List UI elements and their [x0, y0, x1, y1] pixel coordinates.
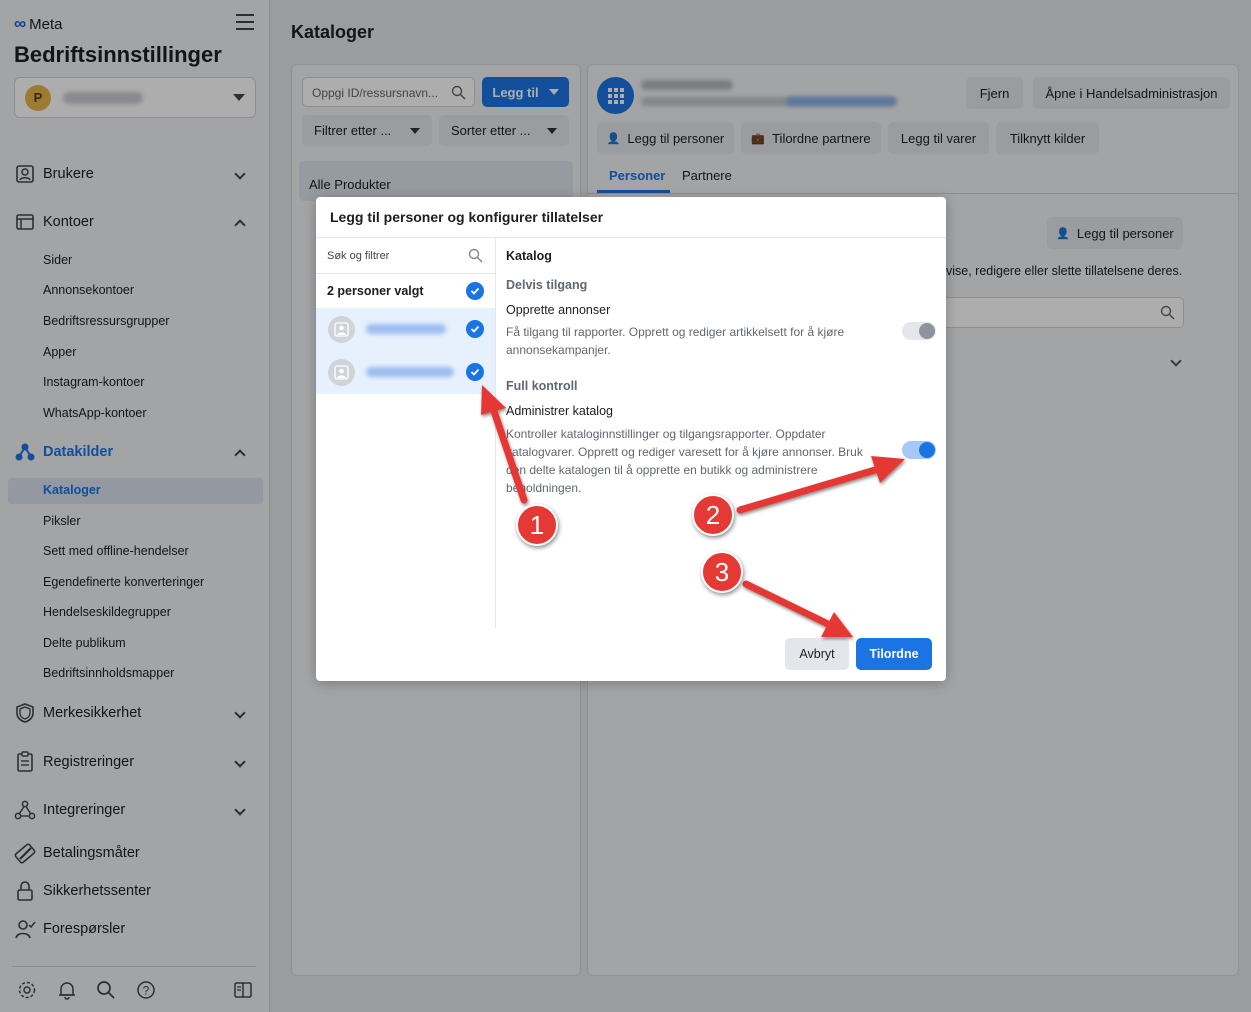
search-icon[interactable] [468, 248, 483, 266]
manage-catalog-toggle[interactable] [902, 441, 936, 459]
create-ads-toggle[interactable] [902, 322, 936, 340]
permission-section-heading: Katalog [506, 249, 552, 263]
partial-access-heading: Delvis tilgang [506, 278, 588, 292]
person-row[interactable] [316, 308, 495, 351]
select-all-check-icon[interactable] [466, 282, 484, 300]
person-row[interactable] [316, 351, 495, 394]
annotation-badge-1: 1 [516, 504, 558, 546]
person-name-blurred [366, 324, 446, 334]
annotation-badge-3: 3 [701, 551, 743, 593]
manage-catalog-permission-desc: Kontroller kataloginnstillinger og tilga… [506, 427, 863, 495]
search-divider [316, 273, 495, 274]
modal-title: Legg til personer og konfigurer tillatel… [330, 209, 604, 225]
cancel-button[interactable]: Avbryt [785, 638, 849, 670]
person-name-blurred [366, 367, 454, 377]
manage-catalog-permission-title: Administrer katalog [506, 404, 613, 418]
add-people-modal: Legg til personer og konfigurer tillatel… [316, 197, 946, 681]
create-ads-permission-desc: Få tilgang til rapporter. Opprett og red… [506, 325, 845, 357]
full-control-heading: Full kontroll [506, 379, 578, 393]
person-avatar-icon [328, 316, 355, 343]
selected-count: 2 personer valgt [327, 284, 424, 298]
create-ads-permission-title: Opprette annonser [506, 303, 611, 317]
person-selected-check-icon[interactable] [466, 363, 484, 381]
annotation-badge-2: 2 [692, 494, 734, 536]
people-search-input[interactable]: Søk og filtrer [327, 250, 389, 262]
person-selected-check-icon[interactable] [466, 320, 484, 338]
people-selector: Søk og filtrer 2 personer valgt [316, 238, 496, 628]
person-avatar-icon [328, 359, 355, 386]
assign-button[interactable]: Tilordne [856, 638, 932, 670]
